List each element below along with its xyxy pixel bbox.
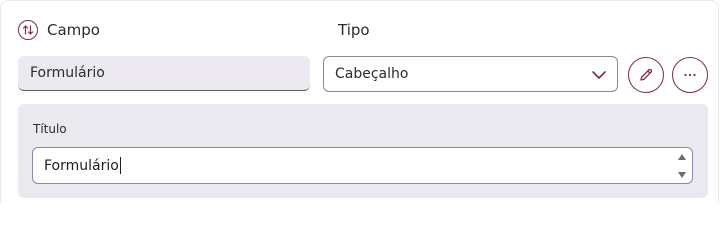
pencil-icon	[638, 67, 654, 83]
sort-arrows-icon	[22, 24, 34, 36]
text-caret	[119, 157, 121, 174]
title-label: Título	[33, 122, 67, 136]
sort-button[interactable]	[18, 20, 38, 40]
field-card: Campo Tipo Formulário Cabeçalho Título F…	[0, 0, 719, 203]
field-name-value: Formulário	[30, 65, 105, 81]
title-textarea[interactable]: Formulário	[32, 147, 693, 184]
chevron-down-icon	[590, 66, 608, 84]
details-panel: Título Formulário	[18, 104, 708, 198]
tipo-label: Tipo	[338, 21, 370, 39]
field-name-input[interactable]: Formulário	[18, 56, 310, 91]
type-select-value: Cabeçalho	[335, 66, 409, 82]
campo-label: Campo	[47, 21, 100, 39]
type-select[interactable]: Cabeçalho	[323, 56, 618, 92]
ellipsis-icon	[682, 67, 698, 83]
title-textarea-value: Formulário	[44, 157, 119, 174]
scroll-arrows[interactable]	[677, 152, 687, 180]
edit-button[interactable]	[628, 57, 664, 93]
more-options-button[interactable]	[672, 57, 708, 93]
